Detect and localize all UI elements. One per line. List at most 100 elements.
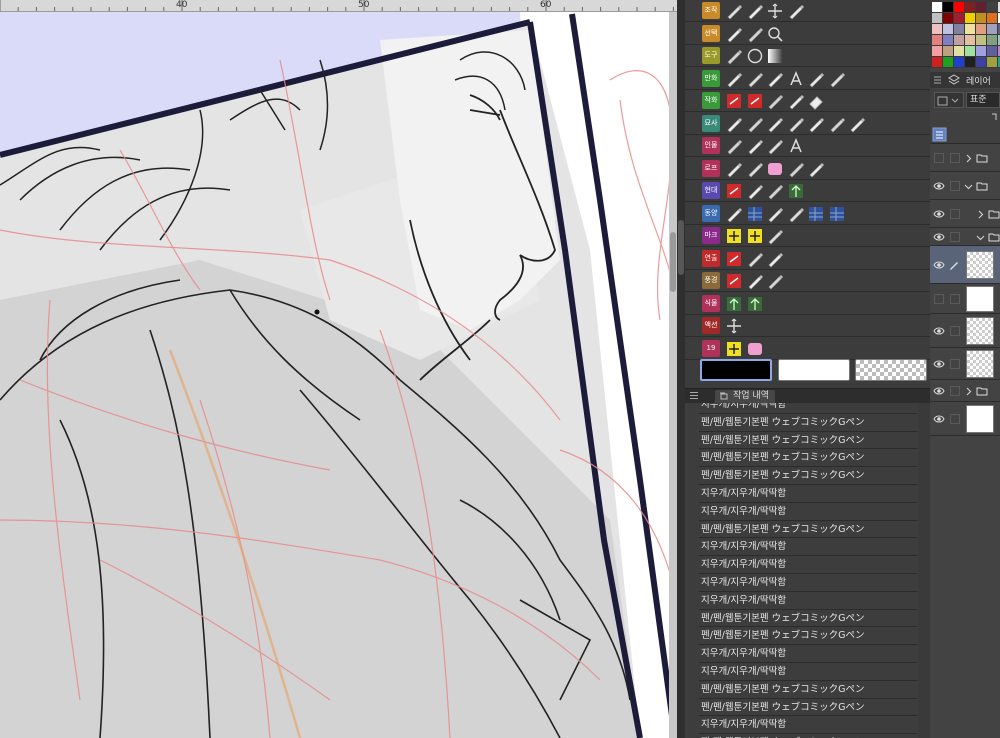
eye-icon[interactable] — [933, 231, 945, 243]
star-burst-icon[interactable] — [725, 272, 743, 290]
layer-row[interactable] — [930, 348, 1000, 380]
tool-category-label[interactable]: 묘사 — [702, 114, 720, 132]
color-set-swatch[interactable] — [954, 35, 964, 45]
history-item[interactable]: 펜/펜/웹툰기본펜 ウェブコミックGペン — [699, 467, 917, 485]
layer-lock-toggle[interactable] — [950, 209, 960, 219]
color-set-swatch[interactable] — [954, 24, 964, 34]
rotate-icon[interactable] — [787, 2, 805, 20]
ink-pen-icon[interactable] — [787, 115, 805, 133]
texture-icon[interactable] — [787, 137, 805, 155]
color-set-swatch[interactable] — [932, 35, 942, 45]
tool-category-label[interactable]: 연출 — [702, 249, 720, 267]
tool-category-label[interactable]: 작화 — [702, 92, 720, 109]
history-item[interactable]: 지우개/지우개/딱딱함 — [699, 592, 917, 610]
chevron-down-icon[interactable] — [964, 182, 973, 191]
tool-category-label[interactable]: 인물 — [702, 137, 720, 154]
history-item[interactable]: 펜/펜/웹툰기본펜 ウェブコミックGペン — [699, 414, 917, 432]
flash-icon[interactable] — [766, 250, 784, 268]
color-set-swatch[interactable] — [976, 57, 986, 67]
history-item[interactable]: 펜/펜/웹툰기본펜 ウェブコミックGペン — [699, 699, 917, 717]
flower-icon[interactable] — [725, 295, 743, 313]
color-set-swatch[interactable] — [943, 46, 953, 56]
quill-icon[interactable] — [766, 272, 784, 290]
layer-lock-toggle[interactable] — [950, 359, 960, 369]
win-icon[interactable] — [746, 227, 764, 245]
color-set-swatch[interactable] — [965, 57, 975, 67]
g-pen-icon[interactable] — [746, 115, 764, 133]
blend-icon[interactable] — [828, 115, 846, 133]
bow-icon[interactable] — [807, 160, 825, 178]
grass-icon[interactable] — [746, 295, 764, 313]
color-set-swatch[interactable] — [987, 2, 997, 12]
layer-folder-row[interactable] — [930, 200, 1000, 228]
history-item[interactable]: 지우개/지우개/딱딱함 — [699, 485, 917, 503]
layer-color-toggle[interactable] — [934, 92, 964, 108]
history-scrollbar[interactable] — [918, 403, 930, 738]
tab-history[interactable]: 작업 내역 — [715, 390, 775, 403]
tool-category-label[interactable]: 현대 — [702, 182, 720, 199]
visibility-toggle[interactable] — [934, 153, 944, 163]
tree-icon[interactable] — [787, 182, 805, 200]
layer-row[interactable] — [930, 314, 1000, 348]
eye-icon[interactable] — [933, 325, 945, 337]
eye-icon[interactable] — [933, 413, 945, 425]
tool-category-label[interactable]: 19 — [702, 339, 720, 357]
layer-lock-toggle[interactable] — [950, 294, 960, 304]
tool-category-label[interactable]: 동양 — [702, 204, 720, 222]
zoom-icon[interactable] — [766, 25, 784, 43]
tool-category-label[interactable]: 풍경 — [702, 272, 720, 289]
speed-line-icon[interactable] — [725, 70, 743, 88]
move-icon[interactable] — [766, 2, 784, 20]
object-select-icon[interactable] — [725, 2, 743, 20]
panel-menu-icon[interactable] — [933, 75, 942, 85]
eye-icon[interactable] — [933, 358, 945, 370]
ellipse-icon[interactable] — [746, 47, 764, 65]
tool-category-label[interactable]: 조작 — [702, 2, 720, 19]
tab-layer[interactable]: 레이어 — [966, 74, 991, 87]
text-icon[interactable] — [787, 70, 805, 88]
marker-icon[interactable] — [766, 115, 784, 133]
color-set-swatch[interactable] — [987, 57, 997, 67]
history-item[interactable]: 지우개/지우개/딱딱함 — [699, 403, 917, 414]
tool-category-label[interactable]: 액션 — [702, 317, 720, 334]
history-item[interactable]: 펜/펜/웹툰기본펜 ウェブコミックGペン — [699, 681, 917, 699]
airbrush-icon[interactable] — [807, 115, 825, 133]
lasso-icon[interactable] — [725, 25, 743, 43]
color-set-swatch[interactable] — [987, 35, 997, 45]
color-set-swatch[interactable] — [976, 46, 986, 56]
copy-icon[interactable] — [787, 160, 805, 178]
chevron-right-icon[interactable] — [964, 154, 973, 163]
western-icon[interactable] — [746, 205, 764, 223]
chevron-down-icon[interactable] — [976, 233, 985, 242]
yellow-plus-icon[interactable] — [725, 340, 743, 358]
color-set-swatch[interactable] — [932, 57, 942, 67]
panel-divider-scrollbar[interactable] — [677, 0, 685, 738]
scroll-thumb[interactable] — [670, 232, 676, 292]
tool-category-label[interactable]: 마크 — [702, 227, 720, 244]
sub-color-swatch[interactable] — [778, 359, 850, 381]
eye-icon[interactable] — [933, 259, 945, 271]
blossom-icon[interactable] — [766, 205, 784, 223]
bowtie-icon[interactable] — [725, 205, 743, 223]
eye-icon[interactable] — [933, 180, 945, 192]
pencil-icon[interactable] — [787, 92, 805, 110]
tool-category-label[interactable]: 만화 — [702, 69, 720, 87]
visibility-toggle[interactable] — [934, 294, 944, 304]
hair-icon[interactable] — [746, 137, 764, 155]
history-item[interactable]: 펜/펜/웹툰기본펜 ウェブコミックGペン — [699, 432, 917, 450]
color-set-swatch[interactable] — [965, 24, 975, 34]
main-color-swatch[interactable] — [700, 359, 772, 381]
history-item[interactable]: 지우개/지우개/딱딱함 — [699, 556, 917, 574]
color-set-swatch[interactable] — [954, 46, 964, 56]
history-item[interactable]: 지우개/지우개/딱딱함 — [699, 503, 917, 521]
water-drop-icon[interactable] — [848, 115, 866, 133]
magic-wand-icon[interactable] — [746, 25, 764, 43]
history-item[interactable]: 지우개/지우개/딱딱함 — [699, 574, 917, 592]
color-set-swatch[interactable] — [976, 35, 986, 45]
layer-select-icon[interactable] — [746, 2, 764, 20]
color-set-swatch[interactable] — [965, 35, 975, 45]
gradient-icon[interactable] — [766, 47, 784, 65]
color-set-swatch[interactable] — [932, 13, 942, 23]
stamp-icon[interactable] — [766, 92, 784, 110]
color-set-swatch[interactable] — [987, 13, 997, 23]
